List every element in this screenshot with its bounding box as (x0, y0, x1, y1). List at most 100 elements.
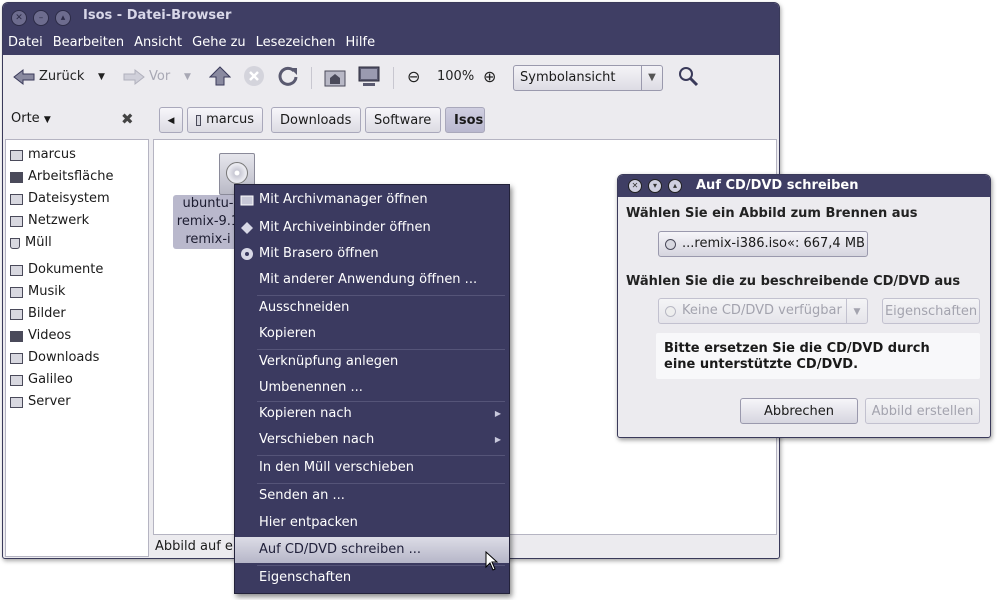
minimize-window-button[interactable]: – (33, 10, 49, 26)
menu-item-open-archive-mounter[interactable]: Mit Archiveinbinder öffnen (235, 215, 509, 241)
sidebar-item-label: Server (28, 394, 71, 409)
cancel-button[interactable]: Abbrechen (740, 398, 858, 424)
menu-ansicht[interactable]: Ansicht (129, 33, 187, 53)
sidebar-item-label: Musik (28, 284, 66, 299)
home-folder-icon (10, 149, 23, 161)
forward-arrow-icon (123, 68, 145, 86)
menu-item-move-to[interactable]: Verschieben nach ▶ (235, 427, 509, 453)
menu-item-label: Mit Archiveinbinder öffnen (259, 220, 431, 235)
breadcrumb-software[interactable]: Software (365, 107, 441, 133)
forward-button[interactable]: Vor (123, 65, 170, 89)
title-bar: ✕ – ▴ Isos - Datei-Browser Datei Bearbei… (3, 3, 779, 55)
sidebar-item-videos[interactable]: Videos (10, 325, 71, 347)
menu-item-label: Mit Archivmanager öffnen (259, 192, 428, 207)
menu-item-extract-here[interactable]: Hier entpacken (235, 510, 509, 536)
toolbar: Zurück ▼ Vor ▼ ⊖ 100% ⊕ Symbolansicht ▼ (3, 55, 779, 101)
sidebar-item-server[interactable]: Server (10, 391, 71, 413)
breadcrumb-downloads[interactable]: Downloads (271, 107, 361, 133)
menu-lesezeichen[interactable]: Lesezeichen (251, 33, 341, 53)
dialog-maximize-button[interactable]: ▴ (668, 179, 682, 193)
view-mode-value: Symbolansicht (520, 70, 616, 85)
menu-item-copy-to[interactable]: Kopieren nach ▶ (235, 401, 509, 427)
dialog-minimize-button[interactable]: ▾ (648, 179, 662, 193)
sidebar-item-downloads[interactable]: Downloads (10, 347, 99, 369)
image-file-button[interactable]: ...remix-i386.iso«: 667,4 MB (658, 231, 868, 257)
breadcrumb-left-arrow[interactable]: ◀ (159, 107, 183, 133)
menu-item-open-archive-manager[interactable]: Mit Archivmanager öffnen (235, 187, 509, 213)
menu-hilfe[interactable]: Hilfe (341, 33, 381, 53)
sidebar-item-galileo[interactable]: Galileo (10, 369, 73, 391)
back-button[interactable]: Zurück (13, 65, 84, 89)
sidebar-item-label: Müll (25, 235, 52, 250)
forward-history-dropdown[interactable]: ▼ (184, 65, 191, 89)
documents-folder-icon (10, 264, 23, 276)
menu-item-label: Verschieben nach (259, 432, 375, 447)
menu-item-open-other[interactable]: Mit anderer Anwendung öffnen ... (235, 267, 509, 293)
menu-item-copy[interactable]: Kopieren (235, 321, 509, 347)
file-label-line: remix-9.1 (176, 214, 240, 229)
menu-item-make-link[interactable]: Verknüpfung anlegen (235, 349, 509, 375)
close-sidebar-button[interactable]: ✖ (121, 110, 134, 128)
zoom-in-icon: ⊕ (483, 67, 497, 86)
sidebar-item-network[interactable]: Netzwerk (10, 210, 89, 232)
search-button[interactable] (677, 65, 699, 89)
archive-manager-icon (240, 195, 254, 206)
folder-icon (10, 374, 23, 386)
up-button[interactable] (208, 65, 232, 89)
zoom-out-button[interactable]: ⊖ (407, 65, 420, 89)
sidebar-header[interactable]: Orte ▼ (11, 111, 51, 126)
menu-bearbeiten[interactable]: Bearbeiten (48, 33, 129, 53)
dialog-close-button[interactable]: ✕ (628, 179, 642, 193)
menu-datei[interactable]: Datei (3, 33, 48, 53)
menu-item-open-brasero[interactable]: Mit Brasero öffnen (235, 241, 509, 267)
computer-button[interactable] (357, 65, 381, 89)
image-file-label: ...remix-i386.iso«: 667,4 MB (682, 236, 865, 251)
sidebar-item-pictures[interactable]: Bilder (10, 303, 66, 325)
reload-button[interactable] (277, 65, 299, 89)
menu-item-label: Kopieren nach (259, 406, 352, 421)
sidebar-item-documents[interactable]: Dokumente (10, 259, 103, 281)
dialog-title-bar: ✕ ▾ ▴ Auf CD/DVD schreiben (618, 175, 990, 197)
sidebar-item-filesystem[interactable]: Dateisystem (10, 188, 110, 210)
sidebar-item-label: Arbeitsfläche (28, 169, 114, 184)
sidebar-item-label: Dokumente (28, 262, 104, 277)
network-icon (10, 215, 23, 227)
sidebar-item-label: Downloads (28, 350, 100, 365)
view-mode-select[interactable]: Symbolansicht ▼ (513, 65, 663, 91)
zoom-level[interactable]: 100% (437, 65, 474, 89)
sidebar-item-trash[interactable]: Müll (10, 232, 52, 254)
menu-item-cut[interactable]: Ausschneiden (235, 295, 509, 321)
sidebar-item-desktop[interactable]: Arbeitsfläche (10, 166, 114, 188)
close-window-button[interactable]: ✕ (11, 10, 27, 26)
file-label[interactable]: ubuntu- remix-9.1 remix-i (173, 195, 243, 249)
menu-item-write-to-disc[interactable]: Auf CD/DVD schreiben ... (235, 537, 509, 563)
back-history-dropdown[interactable]: ▼ (98, 65, 105, 89)
message-line: Bitte ersetzen Sie die CD/DVD durch (664, 341, 930, 356)
menu-gehe-zu[interactable]: Gehe zu (187, 33, 251, 53)
toolbar-separator (311, 67, 312, 89)
stop-button[interactable] (243, 65, 265, 89)
context-menu: Mit Archivmanager öffnen Mit Archiveinbi… (234, 184, 510, 594)
sidebar-item-label: marcus (28, 147, 76, 162)
sidebar-header-label: Orte (11, 111, 40, 126)
disc-properties-button[interactable]: Eigenschaften (882, 298, 980, 324)
menu-item-rename[interactable]: Umbenennen ... (235, 375, 509, 401)
pictures-folder-icon (10, 308, 23, 320)
home-folder-icon (196, 114, 202, 126)
menu-item-move-to-trash[interactable]: In den Müll verschieben (235, 455, 509, 481)
home-button[interactable] (323, 65, 347, 89)
menu-item-properties[interactable]: Eigenschaften (235, 565, 509, 591)
menu-item-send-to[interactable]: Senden an ... (235, 483, 509, 509)
sidebar-item-marcus[interactable]: marcus (10, 144, 76, 166)
breadcrumb-marcus[interactable]: marcus (187, 107, 263, 133)
maximize-window-button[interactable]: ▴ (55, 10, 71, 26)
zoom-in-button[interactable]: ⊕ (483, 65, 496, 89)
create-image-button[interactable]: Abbild erstellen (865, 398, 980, 424)
disc-select[interactable]: Keine CD/DVD verfügbar ▼ (658, 298, 868, 324)
status-bar: Abbild auf ei (155, 539, 237, 554)
dialog-title: Auf CD/DVD schreiben (696, 178, 859, 193)
write-disc-dialog: ✕ ▾ ▴ Auf CD/DVD schreiben Wählen Sie ei… (617, 174, 991, 438)
toolbar-separator (393, 67, 394, 89)
sidebar-item-music[interactable]: Musik (10, 281, 65, 303)
breadcrumb-isos[interactable]: Isos (445, 107, 485, 133)
